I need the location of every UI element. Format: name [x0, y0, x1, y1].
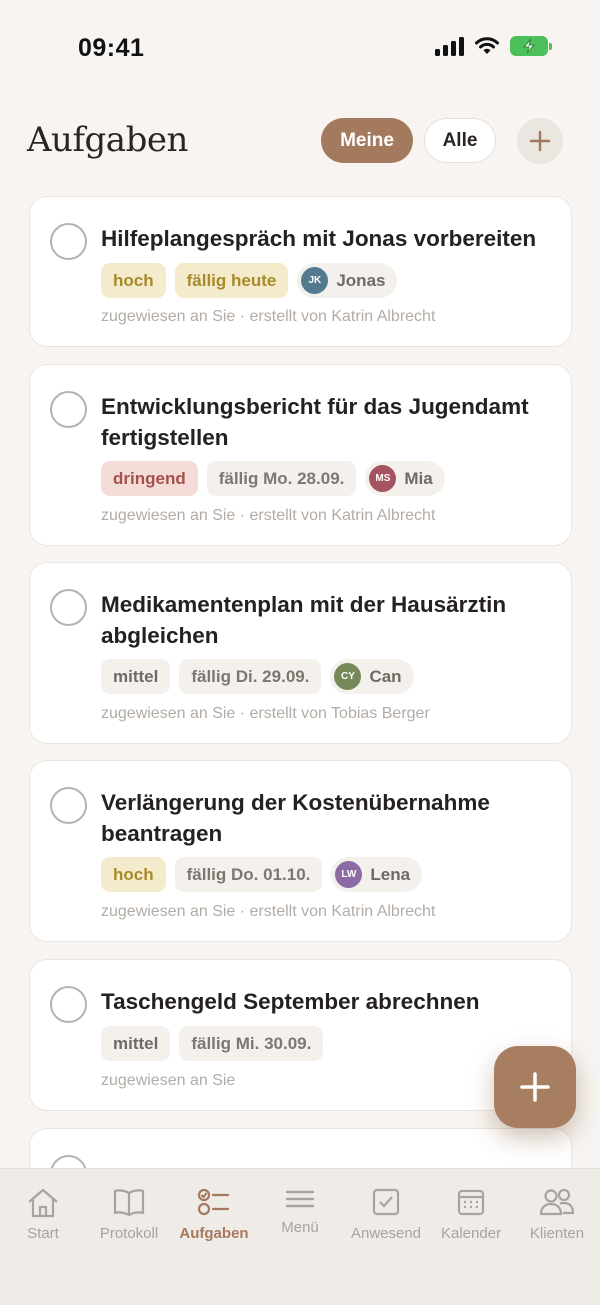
home-icon [28, 1188, 58, 1218]
task-list: Hilfeplangespräch mit Jonas vorbereiten … [29, 196, 572, 1168]
filter-mine-button[interactable]: Meine [321, 118, 413, 163]
due-badge: fällig Mi. 30.09. [179, 1026, 324, 1061]
task-checkbox[interactable] [50, 589, 87, 626]
task-title: Entwicklungsbericht für das Jugendamt fe… [101, 394, 529, 450]
tab-aufgaben[interactable]: Aufgaben [171, 1169, 257, 1259]
client-chip[interactable]: LW Lena [331, 857, 423, 892]
priority-badge: dringend [101, 461, 198, 496]
status-bar: 09:41 [0, 0, 600, 96]
task-card[interactable]: Verlängerung der Kostenübernahme beantra… [29, 760, 572, 942]
avatar: JK [301, 267, 329, 294]
tab-label: Protokoll [99, 1225, 159, 1242]
tab-label: Menü [281, 1219, 319, 1236]
task-checkbox[interactable] [50, 1155, 87, 1168]
avatar: MS [369, 465, 397, 492]
plus-icon [520, 1072, 550, 1102]
tab-klienten[interactable]: Klienten [514, 1169, 600, 1259]
client-chip[interactable]: MS Mia [365, 461, 445, 496]
checklist-icon [197, 1188, 230, 1216]
due-badge: fällig Di. 29.09. [179, 659, 322, 694]
signal-icon [435, 36, 464, 56]
page-title: Aufgaben [27, 120, 188, 160]
task-meta: zugewiesen an Sie · erstellt von Katrin … [101, 903, 436, 920]
task-title: Medikamentenplan mit der Hausärztin abgl… [101, 592, 507, 648]
due-badge: fällig Do. 01.10. [174, 857, 323, 892]
tab-menu[interactable]: Menü [257, 1169, 343, 1259]
new-task-fab[interactable] [494, 1046, 576, 1128]
tab-kalender[interactable]: Kalender [428, 1169, 514, 1259]
task-checkbox[interactable] [50, 391, 87, 428]
client-name: Lena [370, 864, 411, 884]
task-card[interactable]: Hilfeplangespräch mit Jonas vorbereiten … [29, 196, 572, 347]
task-card[interactable]: Entwicklungsbericht für das Jugendamt fe… [29, 364, 572, 546]
tab-anwesend[interactable]: Anwesend [343, 1169, 429, 1259]
priority-badge: hoch [101, 857, 166, 892]
task-checkbox[interactable] [50, 986, 87, 1023]
plus-icon [529, 130, 551, 152]
checkbox-icon [372, 1188, 400, 1216]
task-tags: mittel fällig Mi. 30.09. [101, 1026, 324, 1061]
task-title: Verlängerung der Kostenübernahme beantra… [101, 790, 490, 846]
tab-bar: Start Protokoll Aufgaben Menü Anwesend K… [0, 1168, 600, 1305]
client-name: Jonas [336, 270, 386, 290]
book-icon [113, 1189, 145, 1217]
task-tags: hoch fällig heute JK Jonas [101, 263, 398, 298]
filter-all-button[interactable]: Alle [424, 118, 496, 163]
task-card[interactable] [29, 1128, 572, 1168]
avatar: CY [334, 663, 362, 690]
task-checkbox[interactable] [50, 787, 87, 824]
people-icon [539, 1188, 575, 1216]
client-name: Mia [404, 468, 433, 488]
tab-protokoll[interactable]: Protokoll [86, 1169, 172, 1259]
priority-badge: hoch [101, 263, 166, 298]
task-meta: zugewiesen an Sie [101, 1072, 236, 1089]
task-tags: hoch fällig Do. 01.10. LW Lena [101, 857, 423, 892]
task-title: Taschengeld September abrechnen [101, 989, 480, 1014]
tab-label: Kalender [440, 1225, 502, 1242]
due-badge: fällig heute [174, 263, 289, 298]
client-chip[interactable]: JK Jonas [297, 263, 398, 298]
tab-start[interactable]: Start [0, 1169, 86, 1259]
priority-badge: mittel [101, 1026, 171, 1061]
task-checkbox[interactable] [50, 223, 87, 260]
task-card[interactable]: Taschengeld September abrechnen mittel f… [29, 959, 572, 1111]
wifi-icon [475, 37, 499, 54]
menu-icon [285, 1190, 315, 1208]
calendar-icon [457, 1189, 485, 1216]
battery-icon [510, 36, 552, 56]
task-title: Hilfeplangespräch mit Jonas vorbereiten [101, 226, 537, 251]
status-time: 09:41 [78, 34, 145, 62]
avatar: LW [335, 861, 363, 888]
tab-label: Start [27, 1225, 59, 1242]
client-chip[interactable]: CY Can [330, 659, 414, 694]
client-name: Can [369, 666, 402, 686]
due-badge: fällig Mo. 28.09. [206, 461, 357, 496]
tab-label: Klienten [529, 1225, 585, 1242]
task-card[interactable]: Medikamentenplan mit der Hausärztin abgl… [29, 562, 572, 744]
task-tags: dringend fällig Mo. 28.09. MS Mia [101, 461, 445, 496]
task-meta: zugewiesen an Sie · erstellt von Katrin … [101, 507, 436, 524]
tab-label: Aufgaben [179, 1225, 249, 1242]
task-meta: zugewiesen an Sie · erstellt von Katrin … [101, 308, 436, 325]
task-tags: mittel fällig Di. 29.09. CY Can [101, 659, 414, 694]
tab-label: Anwesend [350, 1225, 422, 1242]
task-meta: zugewiesen an Sie · erstellt von Tobias … [101, 705, 430, 722]
add-task-button[interactable] [517, 118, 563, 164]
priority-badge: mittel [101, 659, 171, 694]
status-icons [435, 36, 552, 56]
